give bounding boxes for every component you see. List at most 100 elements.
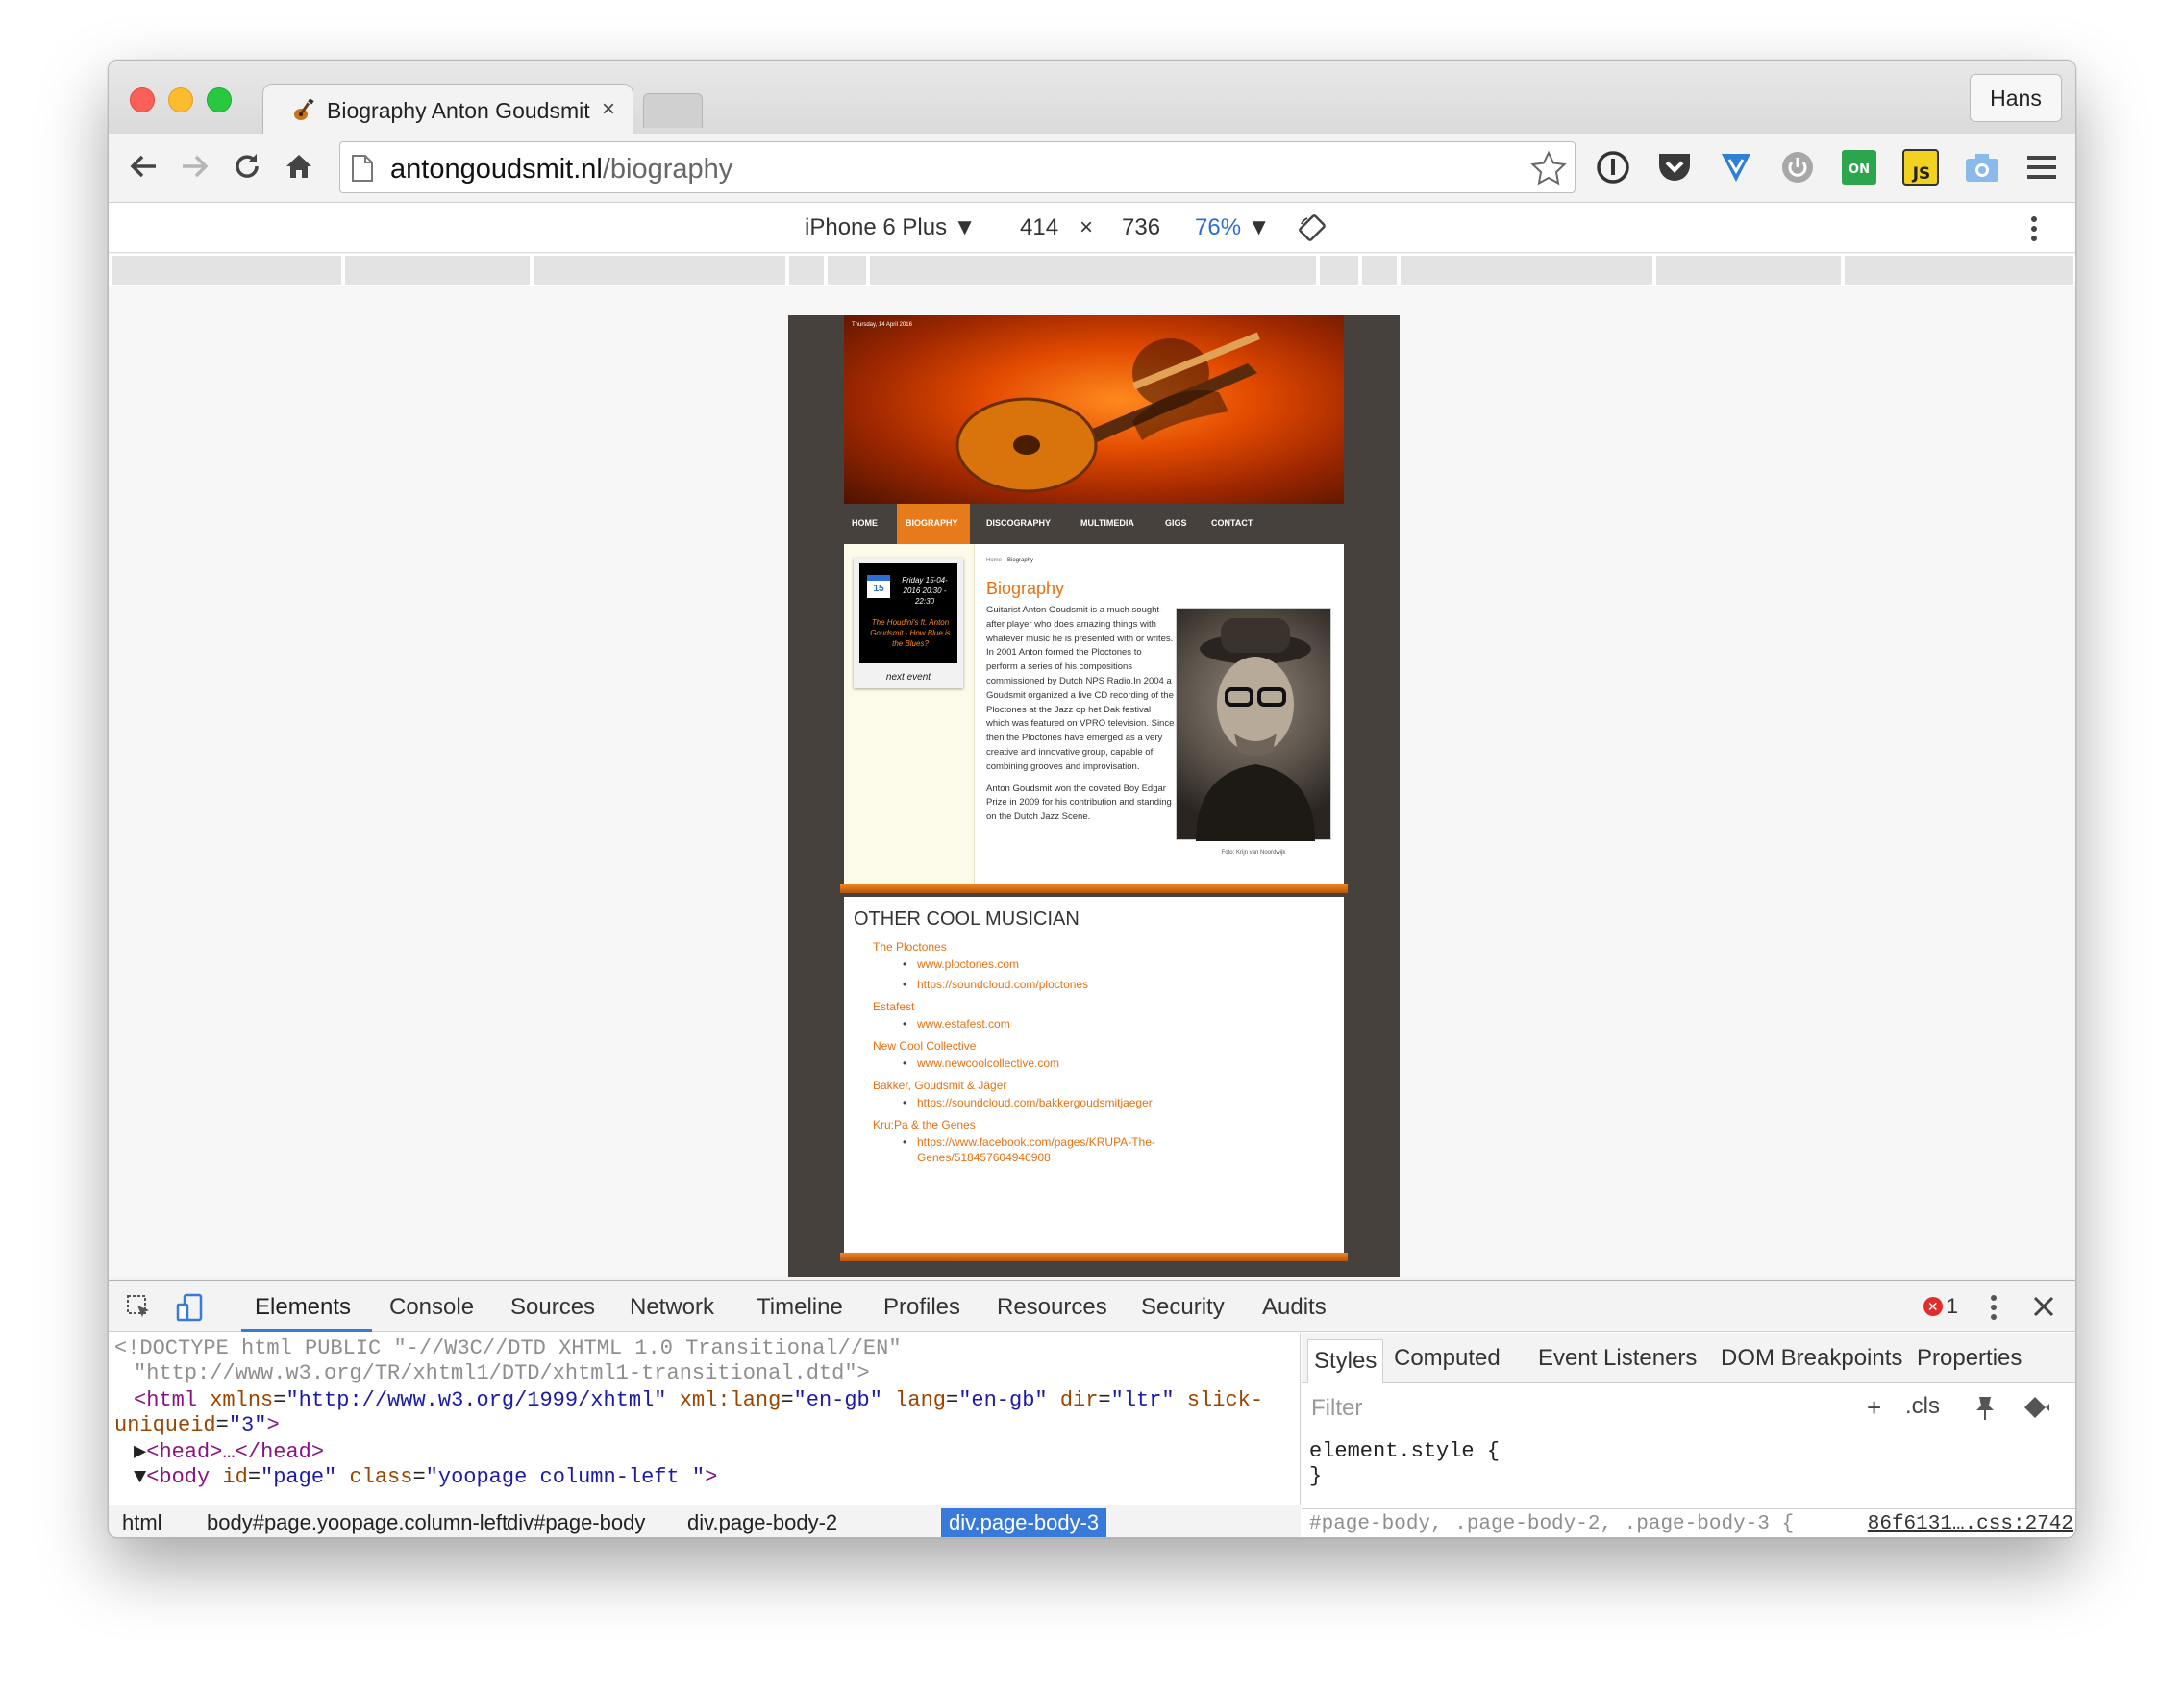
nav-biography[interactable]: BIOGRAPHY — [906, 518, 958, 528]
collapse-arrow-icon[interactable]: ▼ — [134, 1465, 146, 1489]
musician-link[interactable]: www.ploctones.com — [873, 957, 1334, 972]
nav-home[interactable]: HOME — [852, 518, 878, 528]
rule-close-brace: } — [1309, 1464, 1323, 1488]
media-query-segment[interactable] — [534, 256, 785, 285]
breadcrumb-home[interactable]: Home — [986, 558, 1002, 563]
musician-name[interactable]: The Ploctones — [873, 937, 1334, 957]
musician-name[interactable]: Estafest — [873, 997, 1334, 1016]
musician-name[interactable]: Bakker, Goudsmit & Jäger — [873, 1076, 1334, 1095]
device-select[interactable]: iPhone 6 Plus ▼ — [805, 214, 977, 241]
dom-node-html[interactable]: <html xmlns="http://www.w3.org/1999/xhtm… — [134, 1387, 1263, 1413]
devtools-menu-icon[interactable] — [1989, 1294, 1998, 1321]
tab-resources[interactable]: Resources — [997, 1294, 1107, 1321]
tab-properties[interactable]: Properties — [1917, 1345, 2022, 1372]
back-arrow-icon[interactable] — [122, 145, 164, 187]
nav-multimedia[interactable]: MULTIMEDIA — [1080, 518, 1134, 528]
url-text[interactable]: antongoudsmit.nl/biography — [390, 154, 732, 186]
nav-gigs[interactable]: GIGS — [1165, 518, 1187, 528]
media-query-segment[interactable] — [870, 256, 1316, 285]
new-tab-button[interactable] — [643, 93, 703, 128]
zoom-window-button[interactable] — [207, 87, 232, 112]
media-query-segment[interactable] — [1845, 256, 2073, 285]
on-extension-icon[interactable]: ON — [1839, 147, 1879, 187]
tab-security[interactable]: Security — [1141, 1294, 1225, 1321]
pin-icon[interactable] — [1974, 1395, 1996, 1422]
tab-styles[interactable]: Styles — [1307, 1339, 1384, 1383]
home-icon[interactable] — [278, 145, 320, 187]
css-source-link[interactable]: 86f6131….css:2742 — [1868, 1513, 2073, 1535]
musician-link[interactable]: www.estafest.com — [873, 1016, 1334, 1032]
minimize-window-button[interactable] — [168, 87, 193, 112]
dom-breadcrumb[interactable]: html — [114, 1508, 170, 1537]
media-query-segment[interactable] — [1320, 256, 1358, 285]
tab-audits[interactable]: Audits — [1262, 1294, 1327, 1321]
pocket-extension-icon[interactable] — [1654, 147, 1695, 187]
tab-network[interactable]: Network — [630, 1294, 714, 1321]
rotate-icon[interactable] — [1299, 214, 1326, 241]
event-title[interactable]: The Houdini's ft. Anton Goudsmit - How B… — [867, 617, 954, 649]
tab-sources[interactable]: Sources — [510, 1294, 595, 1321]
media-query-segment[interactable] — [1362, 256, 1397, 285]
dom-node-body[interactable]: ▼<body id="page" class="yoopage column-l… — [134, 1464, 717, 1490]
musician-link[interactable]: https://soundcloud.com/bakkergoudsmitjae… — [873, 1095, 1334, 1110]
new-rule-icon[interactable]: + — [1867, 1393, 1881, 1423]
menu-hamburger-icon[interactable] — [2022, 147, 2062, 187]
media-query-segment[interactable] — [1656, 256, 1841, 285]
dom-breadcrumb[interactable]: body#page.yoopage.column-left — [199, 1508, 515, 1537]
close-window-button[interactable] — [130, 87, 155, 112]
zoom-select[interactable]: 76% ▼ — [1195, 214, 1270, 241]
camera-extension-icon[interactable] — [1962, 147, 2002, 187]
tab-console[interactable]: Console — [389, 1294, 474, 1321]
media-query-segment[interactable] — [1401, 256, 1652, 285]
css-selector[interactable]: #page-body, .page-body-2, .page-body-3 { — [1309, 1513, 1794, 1535]
color-format-icon[interactable] — [2023, 1395, 2051, 1420]
musician-link[interactable]: https://soundcloud.com/ploctones — [873, 977, 1334, 992]
tab-timeline[interactable]: Timeline — [757, 1294, 843, 1321]
tab-profiles[interactable]: Profiles — [883, 1294, 960, 1321]
media-query-segment[interactable] — [828, 256, 866, 285]
address-bar[interactable]: antongoudsmit.nl/biography — [339, 141, 1576, 193]
bookmark-star-icon[interactable] — [1530, 150, 1567, 187]
device-mode-icon[interactable] — [174, 1292, 205, 1323]
tab-close-icon[interactable]: × — [602, 96, 615, 123]
musician-link[interactable]: www.newcoolcollective.com — [873, 1056, 1334, 1071]
ghostery-extension-icon[interactable] — [1716, 147, 1756, 187]
media-query-segment[interactable] — [789, 256, 824, 285]
nav-discography[interactable]: DISCOGRAPHY — [986, 518, 1051, 528]
nav-contact[interactable]: CONTACT — [1211, 518, 1253, 528]
media-query-segment[interactable] — [345, 256, 530, 285]
next-event-card[interactable]: 15 Friday 15-04-2016 20:30 - 22:30 The H… — [854, 558, 963, 688]
profile-button[interactable]: Hans — [1970, 74, 2062, 122]
tab-computed[interactable]: Computed — [1394, 1345, 1501, 1372]
element-style-rule[interactable]: element.style { — [1309, 1439, 1500, 1463]
more-options-icon[interactable] — [2029, 214, 2039, 243]
close-devtools-icon[interactable] — [2031, 1294, 2056, 1319]
onepassword-extension-icon[interactable] — [1593, 147, 1633, 187]
media-query-segment[interactable] — [112, 256, 341, 285]
tab-elements[interactable]: Elements — [255, 1294, 351, 1321]
js-extension-icon[interactable]: JS — [1900, 147, 1941, 187]
dom-breadcrumb[interactable]: div#page-body — [499, 1508, 653, 1537]
tab-event-listeners[interactable]: Event Listeners — [1538, 1345, 1697, 1372]
height-input[interactable]: 736 — [1122, 214, 1160, 241]
musician-name[interactable]: Kru:Pa & the Genes — [873, 1115, 1334, 1134]
musician-name[interactable]: New Cool Collective — [873, 1036, 1334, 1056]
width-input[interactable]: 414 — [1020, 214, 1058, 241]
styles-filter-input[interactable]: Filter — [1311, 1395, 1362, 1422]
browser-tab[interactable]: Biography Anton Goudsmit × — [262, 84, 633, 136]
forward-arrow-icon[interactable] — [174, 145, 216, 187]
dom-breadcrumb[interactable]: div.page-body-2 — [680, 1508, 845, 1537]
dom-node-doctype[interactable]: "http://www.w3.org/TR/xhtml1/DTD/xhtml1-… — [134, 1360, 870, 1386]
dom-breadcrumb-selected[interactable]: div.page-body-3 — [941, 1508, 1107, 1537]
inspect-element-icon[interactable] — [124, 1292, 155, 1323]
error-counter[interactable]: ✕ 1 — [1923, 1294, 1958, 1319]
reload-icon[interactable] — [226, 145, 268, 187]
dom-node-head[interactable]: ▶<head>…</head> — [134, 1439, 324, 1465]
musician-link[interactable]: https://www.facebook.com/pages/KRUPA-The… — [873, 1134, 1190, 1165]
class-toggle-button[interactable]: .cls — [1905, 1393, 1940, 1420]
expand-arrow-icon[interactable]: ▶ — [134, 1440, 146, 1464]
power-extension-icon[interactable] — [1777, 147, 1818, 187]
dom-node-doctype[interactable]: <!DOCTYPE html PUBLIC "-//W3C//DTD XHTML… — [114, 1335, 902, 1361]
dom-node-html[interactable]: uniqueid="3"> — [114, 1412, 280, 1438]
tab-dom-breakpoints[interactable]: DOM Breakpoints — [1721, 1345, 1902, 1372]
